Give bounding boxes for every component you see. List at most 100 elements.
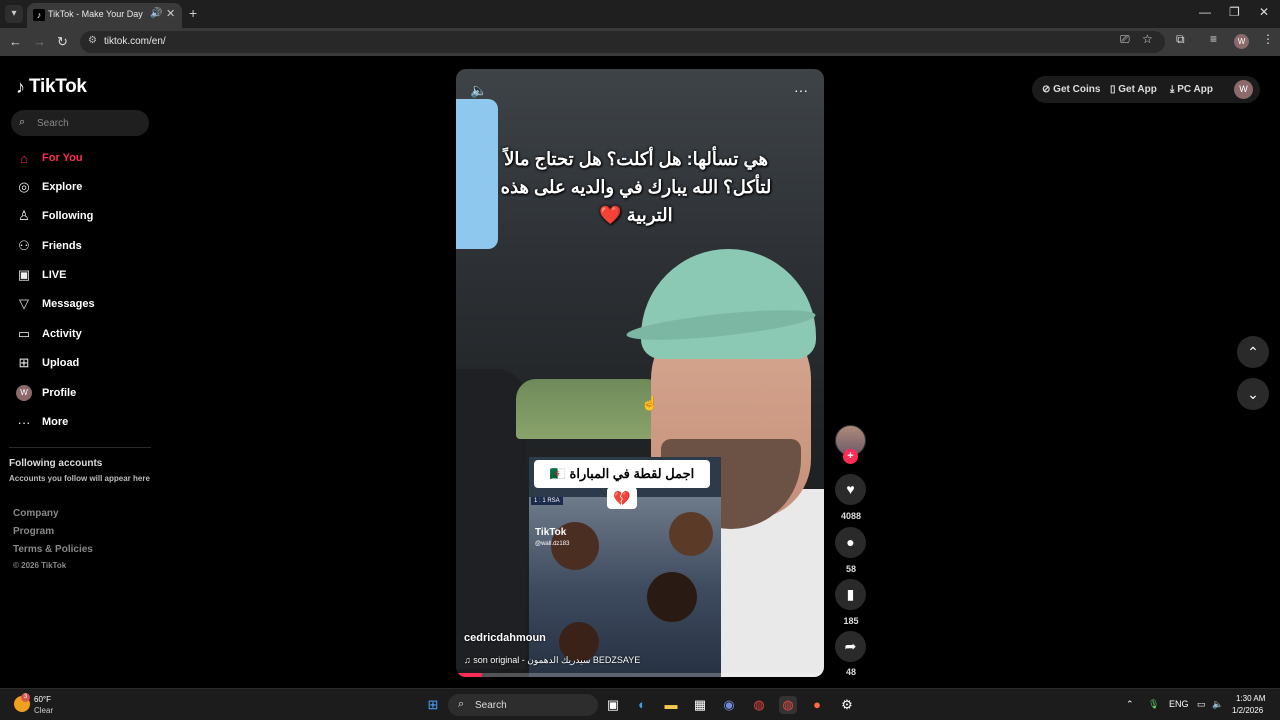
get-app-button[interactable]: ▯ Get App xyxy=(1110,84,1157,95)
discord-icon[interactable]: ◉ xyxy=(720,696,738,714)
sidebar-item-friends[interactable]: ⚇ Friends xyxy=(16,236,82,256)
settings-icon[interactable]: ⚙ xyxy=(838,696,856,714)
restore-button[interactable]: ❐ xyxy=(1229,5,1240,19)
browser-menu-icon[interactable]: ⋮ xyxy=(1262,32,1274,46)
chrome-icon[interactable]: ◍ xyxy=(750,696,768,714)
sidebar-item-messages[interactable]: ▽ Messages xyxy=(16,294,95,314)
tiktok-logo[interactable]: ♪ TikTok xyxy=(16,76,87,98)
chrome-profile-icon[interactable]: ◍ xyxy=(779,696,797,714)
audio-playing-icon[interactable]: 🔊 xyxy=(150,8,162,19)
minimize-button[interactable]: — xyxy=(1199,5,1211,19)
close-window-button[interactable]: ✕ xyxy=(1259,5,1269,19)
save-button[interactable]: ▮ xyxy=(835,579,866,610)
more-options-icon[interactable]: ··· xyxy=(794,82,808,98)
chevron-down-icon: ⌄ xyxy=(1247,386,1259,402)
sidebar-item-label: Upload xyxy=(42,357,80,369)
browser-tab[interactable]: ♪ TikTok - Make Your Day 🔊 ✕ xyxy=(27,3,182,28)
sidebar-item-label: Profile xyxy=(42,387,77,399)
child-head-shape xyxy=(647,572,697,622)
forward-button[interactable]: → xyxy=(33,34,46,49)
score-bug: 1 : 1 RSA xyxy=(531,497,563,505)
microphone-app-icon[interactable]: ● xyxy=(808,696,826,714)
weather-temp[interactable]: 60°F xyxy=(34,695,51,704)
browser-tabbar: ▾ ♪ TikTok - Make Your Day 🔊 ✕ + — ❐ ✕ xyxy=(0,0,1280,28)
previous-video-button[interactable]: ⌃ xyxy=(1237,336,1269,368)
sidebar-item-profile[interactable]: W Profile xyxy=(16,383,76,403)
like-button[interactable]: ♥ xyxy=(835,474,866,505)
windows-start-icon[interactable]: ⊞ xyxy=(424,696,442,714)
bookmark-star-icon[interactable]: ☆ xyxy=(1142,32,1153,46)
search-input[interactable]: ⌕ Search xyxy=(11,110,149,136)
tray-overflow-icon[interactable]: ⌃ xyxy=(1126,699,1134,710)
windows-taskbar: 3 60°F Clear ⊞ ⌕ Search ▣ ◐ ▬ ▦ ◉ ◍ ◍ ● … xyxy=(0,688,1280,720)
plus-box-icon: ⊞ xyxy=(18,355,30,370)
extensions-icon[interactable]: ⧉ xyxy=(1176,32,1185,47)
footer-link-company[interactable]: Company xyxy=(13,508,59,519)
tab-close-icon[interactable]: ✕ xyxy=(166,7,175,20)
cap-shape xyxy=(641,249,816,359)
following-accounts-title: Following accounts xyxy=(9,458,103,469)
video-player[interactable]: 🔈 ··· هي تسألها: هل أكلت؟ هل تحتاج مالاً… xyxy=(456,69,824,677)
clip-handle: @wall.dz183 xyxy=(535,541,570,547)
edge-icon[interactable]: ◐ xyxy=(633,696,651,714)
next-video-button[interactable]: ⌄ xyxy=(1237,378,1269,410)
display-icon[interactable]: ▭ xyxy=(1197,699,1206,710)
broken-heart-icon: 💔 xyxy=(607,487,637,509)
pc-app-label: PC App xyxy=(1177,84,1213,95)
avatar: W xyxy=(16,385,32,401)
top-actions: ⊘ Get Coins ▯ Get App ⤓ PC App W xyxy=(1032,76,1260,103)
tab-search-button[interactable]: ▾ xyxy=(5,5,23,23)
new-tab-button[interactable]: + xyxy=(189,5,197,21)
reload-button[interactable]: ↻ xyxy=(57,34,68,50)
embedded-clip: اجمل لقطة في المباراة 🇩🇿 💔 1 : 1 RSA Tik… xyxy=(529,457,721,677)
back-button[interactable]: ← xyxy=(9,34,22,49)
taskbar-search[interactable]: ⌕ Search xyxy=(448,694,598,716)
address-bar: ← → ↻ ⚙ tiktok.com/en/ ⎚ ☆ ⧉ ≡ W ⋮ xyxy=(0,28,1280,56)
video-author[interactable]: cedricdahmoun xyxy=(464,632,546,644)
clip-title: اجمل لقطة في المباراة 🇩🇿 xyxy=(534,460,710,488)
task-view-icon[interactable]: ▣ xyxy=(604,696,622,714)
browser-profile-avatar[interactable]: W xyxy=(1234,34,1249,49)
volume-tray-icon[interactable]: 🔈 xyxy=(1212,699,1223,710)
sidebar-item-label: LIVE xyxy=(42,269,67,281)
following-accounts-desc: Accounts you follow will appear here xyxy=(9,474,150,483)
clock-time[interactable]: 1:30 AM xyxy=(1236,694,1265,703)
reading-list-icon[interactable]: ≡ xyxy=(1210,32,1217,46)
sidebar-item-label: Friends xyxy=(42,240,82,252)
share-button[interactable]: ➦ xyxy=(835,631,866,662)
video-progress-bar[interactable] xyxy=(456,673,824,677)
sidebar-item-explore[interactable]: ◎ Explore xyxy=(16,177,82,197)
send-icon: ▽ xyxy=(19,296,29,311)
tiktok-note-icon: ♪ xyxy=(16,76,25,97)
sidebar-item-label: More xyxy=(42,416,69,428)
video-sound[interactable]: ♫ son original - سيدريك الدهمون BEDZSAYE xyxy=(464,655,640,666)
sidebar-item-label: Activity xyxy=(42,328,82,340)
sidebar-item-following[interactable]: ♙ Following xyxy=(16,206,93,226)
mic-tray-icon[interactable]: 🎙 xyxy=(1148,699,1159,710)
comment-button[interactable]: ● xyxy=(835,527,866,558)
heart-icon: ♥ xyxy=(846,481,855,497)
sidebar-item-activity[interactable]: ▭ Activity xyxy=(16,324,82,344)
sidebar-item-label: Following xyxy=(42,210,94,222)
clock-date[interactable]: 1/2/2026 xyxy=(1232,706,1263,715)
sidebar-item-more[interactable]: ··· More xyxy=(16,412,69,432)
volume-icon[interactable]: 🔈 xyxy=(470,82,487,99)
language-indicator[interactable]: ENG xyxy=(1169,699,1189,709)
url-text: tiktok.com/en/ xyxy=(104,36,166,47)
get-coins-button[interactable]: ⊘ Get Coins xyxy=(1042,84,1100,95)
follow-plus-icon[interactable]: + xyxy=(843,449,858,464)
footer-link-terms[interactable]: Terms & Policies xyxy=(13,544,93,555)
store-icon[interactable]: ▦ xyxy=(691,696,709,714)
cast-icon[interactable]: ⎚ xyxy=(1120,32,1130,47)
sidebar-item-label: For You xyxy=(42,152,83,164)
file-explorer-icon[interactable]: ▬ xyxy=(662,696,680,714)
sidebar-item-for-you[interactable]: ⌂ For You xyxy=(16,148,83,168)
omnibox[interactable]: ⚙ tiktok.com/en/ xyxy=(80,31,1165,53)
avatar[interactable]: W xyxy=(1234,80,1253,99)
site-info-icon[interactable]: ⚙ xyxy=(88,35,97,46)
sidebar-item-live[interactable]: ▣ LIVE xyxy=(16,265,67,285)
pc-app-button[interactable]: ⤓ PC App xyxy=(1170,84,1213,95)
footer-link-program[interactable]: Program xyxy=(13,526,54,537)
sidebar-item-upload[interactable]: ⊞ Upload xyxy=(16,353,80,373)
clip-watermark: TikTok xyxy=(535,527,567,538)
